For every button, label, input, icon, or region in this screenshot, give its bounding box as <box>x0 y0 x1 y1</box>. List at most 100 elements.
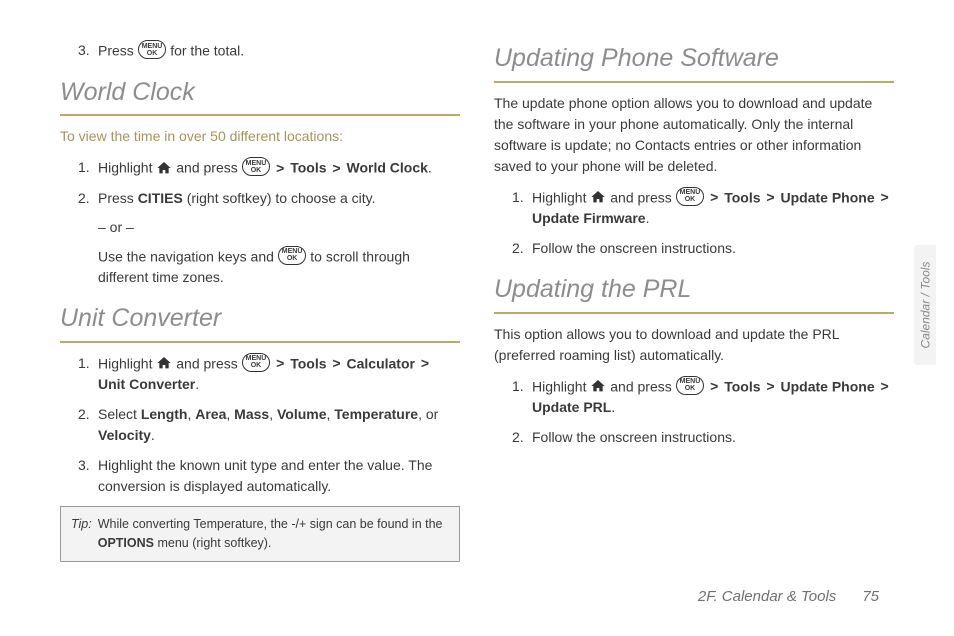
menu-ok-icon: MENUOK <box>676 187 705 206</box>
gt-icon: > <box>879 189 891 205</box>
text: Press <box>98 43 138 59</box>
text: and press <box>172 355 241 371</box>
footer-page-number: 75 <box>862 586 879 609</box>
wc-step-2: 2. Press CITIES (right softkey) to choos… <box>78 188 460 289</box>
step-number: 1. <box>78 157 90 178</box>
text: Use the navigation keys and <box>98 248 278 264</box>
path-segment: Tools <box>290 160 326 176</box>
menu-ok-icon: MENUOK <box>242 157 271 176</box>
opt: Velocity <box>98 427 151 443</box>
gt-icon: > <box>330 355 342 371</box>
or-separator: – or – <box>98 217 460 238</box>
menu-ok-icon: MENUOK <box>138 40 167 59</box>
path-segment: Tools <box>290 355 326 371</box>
opt: Mass <box>234 406 269 422</box>
text: Highlight <box>532 189 590 205</box>
path-segment: Calculator <box>347 355 415 371</box>
tip-label: Tip: <box>71 515 92 553</box>
menu-ok-icon: MENUOK <box>676 376 705 395</box>
gt-icon: > <box>274 160 286 176</box>
prl-step-2: 2. Follow the onscreen instructions. <box>512 427 894 448</box>
prl-step-1: 1. Highlight and press MENUOK > Tools > … <box>512 376 894 419</box>
tip-text: While converting Temperature, the -/+ si… <box>98 515 449 553</box>
opt: Area <box>195 406 226 422</box>
left-column: 3. Press MENUOK for the total. World Clo… <box>60 40 460 562</box>
wc-step-1: 1. Highlight and press MENUOK > Tools > … <box>78 157 460 179</box>
heading-updating-software: Updating Phone Software <box>494 40 894 78</box>
side-tab-label: Calendar / Tools <box>916 262 934 349</box>
step-number: 1. <box>512 376 524 397</box>
gt-icon: > <box>330 160 342 176</box>
step-number: 2. <box>512 238 524 259</box>
text: Highlight <box>98 355 156 371</box>
gt-icon: > <box>708 378 720 394</box>
path-segment: World Clock <box>347 160 428 176</box>
heading-unit-converter: Unit Converter <box>60 300 460 338</box>
text: and press <box>172 160 241 176</box>
softkey-label: CITIES <box>138 190 183 206</box>
path-segment: Update Phone <box>781 378 875 394</box>
page-footer: 2F. Calendar & Tools 75 <box>698 586 879 609</box>
paragraph: This option allows you to download and u… <box>494 324 894 366</box>
gt-icon: > <box>879 378 891 394</box>
step-total: 3. Press MENUOK for the total. <box>78 40 460 62</box>
uc-step-2: 2. Select Length, Area, Mass, Volume, Te… <box>78 404 460 446</box>
gt-icon: > <box>764 189 776 205</box>
gt-icon: > <box>708 189 720 205</box>
text: Press <box>98 190 138 206</box>
text: . <box>151 427 155 443</box>
text: for the total. <box>166 43 244 59</box>
path-segment: Unit Converter <box>98 376 195 392</box>
text: Highlight <box>98 160 156 176</box>
path-segment: Update Firmware <box>532 210 646 226</box>
text: and press <box>606 189 675 205</box>
home-icon <box>590 378 606 394</box>
ups-step-1: 1. Highlight and press MENUOK > Tools > … <box>512 187 894 230</box>
step-number: 3. <box>78 455 90 476</box>
home-icon <box>590 189 606 205</box>
text: , or <box>418 406 438 422</box>
step-number: 1. <box>512 187 524 208</box>
path-segment: Update Phone <box>781 189 875 205</box>
tip-box: Tip: While converting Temperature, the -… <box>60 506 460 562</box>
right-column: Updating Phone Software The update phone… <box>494 40 894 562</box>
text: Follow the onscreen instructions. <box>532 240 736 256</box>
text: and press <box>606 378 675 394</box>
opt: Temperature <box>334 406 418 422</box>
menu-ok-icon: MENUOK <box>278 246 307 265</box>
path-segment: Tools <box>724 189 760 205</box>
home-icon <box>156 355 172 371</box>
step-number: 2. <box>512 427 524 448</box>
step-number: 2. <box>78 404 90 425</box>
step-number: 3. <box>78 40 90 61</box>
wc-step-2b: Use the navigation keys and MENUOK to sc… <box>98 246 460 289</box>
uc-step-1: 1. Highlight and press MENUOK > Tools > … <box>78 353 460 396</box>
footer-section: 2F. Calendar & Tools <box>698 586 836 609</box>
text: Follow the onscreen instructions. <box>532 429 736 445</box>
heading-rule <box>60 341 460 343</box>
gt-icon: > <box>419 355 431 371</box>
step-number: 2. <box>78 188 90 209</box>
text: Select <box>98 406 141 422</box>
step-number: 1. <box>78 353 90 374</box>
heading-world-clock: World Clock <box>60 74 460 112</box>
heading-updating-prl: Updating the PRL <box>494 271 894 309</box>
paragraph: The update phone option allows you to do… <box>494 93 894 177</box>
intro-text: To view the time in over 50 different lo… <box>60 126 460 147</box>
heading-rule <box>494 312 894 314</box>
softkey-label: OPTIONS <box>98 536 154 550</box>
path-segment: Update PRL <box>532 399 611 415</box>
home-icon <box>156 160 172 176</box>
opt: Volume <box>277 406 327 422</box>
heading-rule <box>494 81 894 83</box>
ups-step-2: 2. Follow the onscreen instructions. <box>512 238 894 259</box>
text: Highlight <box>532 378 590 394</box>
text: Highlight the known unit type and enter … <box>98 457 432 494</box>
side-tab: Calendar / Tools <box>914 245 936 365</box>
uc-step-3: 3. Highlight the known unit type and ent… <box>78 455 460 497</box>
opt: Length <box>141 406 188 422</box>
path-segment: Tools <box>724 378 760 394</box>
gt-icon: > <box>764 378 776 394</box>
text: (right softkey) to choose a city. <box>183 190 376 206</box>
heading-rule <box>60 114 460 116</box>
